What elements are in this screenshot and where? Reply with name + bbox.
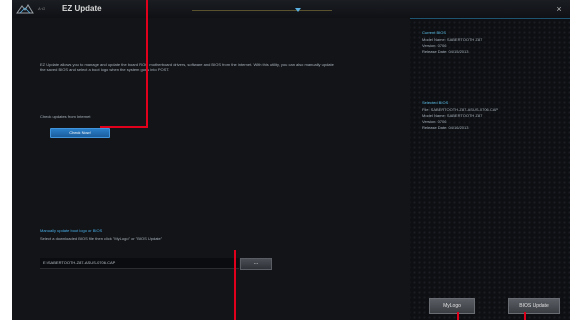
ez-update-window: A·G EZ Update × EZ Update allows you to … <box>12 0 570 320</box>
check-updates-label: Check updates from Internet <box>40 114 91 119</box>
callout-line-bios-update <box>524 312 526 320</box>
main-panel: EZ Update allows you to manage and updat… <box>12 18 410 320</box>
selected-bios-date: Release Date: 04/16/2013 <box>422 125 469 130</box>
bios-info-panel: Current BIOS Model Name: SABERTOOTH Z87 … <box>410 18 570 320</box>
browse-button[interactable]: ... <box>240 258 272 270</box>
check-now-button[interactable]: Check Now! <box>50 128 110 138</box>
current-bios-date: Release Date: 04/15/2013 <box>422 49 469 54</box>
collapse-arrow-icon[interactable] <box>295 8 301 12</box>
current-bios-model: Model Name: SABERTOOTH Z87 <box>422 37 483 42</box>
selected-bios-version: Version: 0706 <box>422 119 447 124</box>
callout-line-check-now <box>146 0 148 127</box>
close-button[interactable]: × <box>554 4 564 14</box>
window-title: EZ Update <box>62 4 102 13</box>
selected-bios-heading: Selected BIOS <box>422 100 449 105</box>
current-bios-heading: Current BIOS <box>422 30 447 35</box>
bios-update-button[interactable]: BIOS Update <box>508 298 560 314</box>
title-divider <box>192 10 332 11</box>
screenshot: A·G EZ Update × EZ Update allows you to … <box>0 0 570 320</box>
logo-text: A·G <box>38 6 46 11</box>
current-bios-version: Version: 0706 <box>422 43 447 48</box>
callout-line-browse <box>234 250 236 320</box>
callout-line-mylogo <box>457 312 459 320</box>
title-bar: A·G EZ Update × <box>12 0 570 19</box>
selected-bios-model: Model Name: SABERTOOTH Z87 <box>422 113 483 118</box>
rog-logo-icon <box>16 4 34 14</box>
ez-update-description: EZ Update allows you to manage and updat… <box>40 62 334 72</box>
manual-update-title: Manually update boot logo or BIOS <box>40 228 103 233</box>
manual-update-description: Select a downloaded BIOS file then click… <box>40 236 163 241</box>
bios-file-path-field[interactable]: E:\SABERTOOTH-Z87-ASUS-0706.CAP <box>40 258 239 269</box>
selected-bios-file: File: SABERTOOTH-Z87-ASUS-0706.CAP <box>422 107 499 112</box>
callout-line-check-now-horizontal <box>100 126 148 128</box>
mylogo-button[interactable]: MyLogo <box>429 298 475 314</box>
